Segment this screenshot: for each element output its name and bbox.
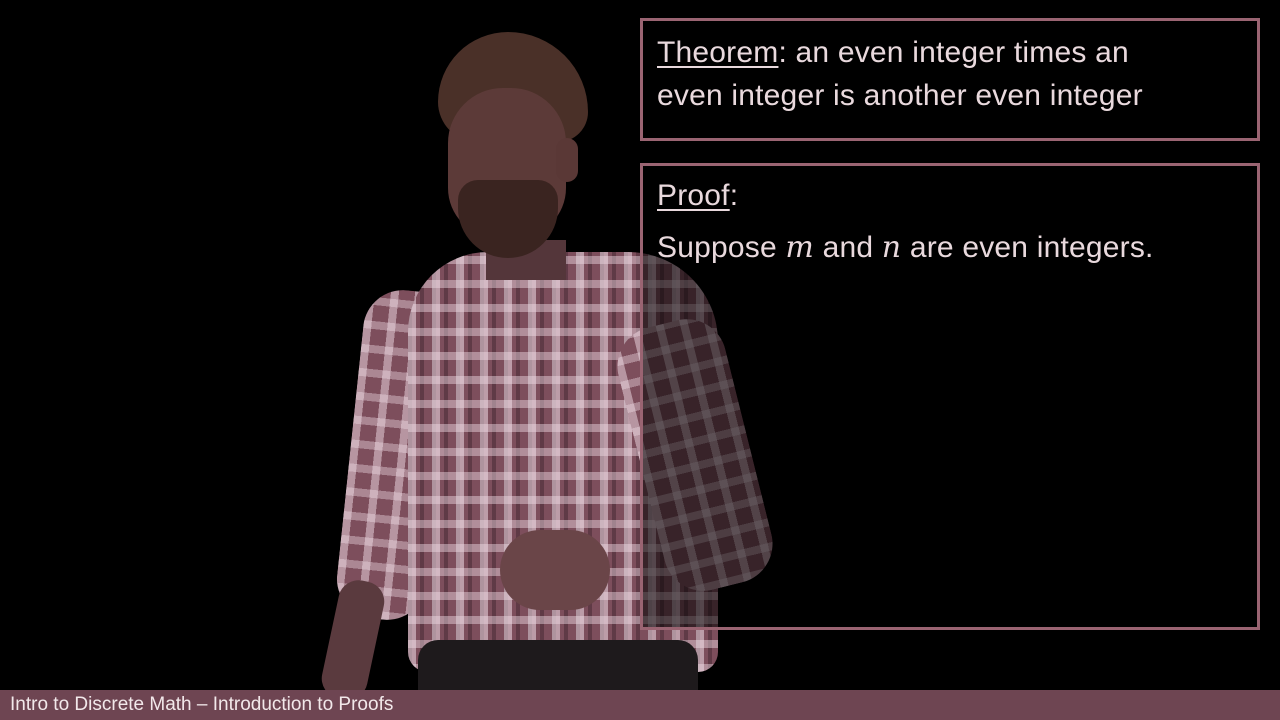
proof-text-rest: are even integers. [901,231,1154,264]
proof-text-suppose: Suppose [657,231,786,264]
course-caption: Intro to Discrete Math – Introduction to… [10,694,394,715]
proof-line-1: Suppose m and n are even integers. [657,230,1154,266]
theorem-line-2: even integer is another even integer [657,79,1143,112]
theorem-box: Theorem: an even integer times an even i… [640,18,1260,141]
proof-box: Proof: Suppose m and n are even integers… [640,163,1260,630]
video-frame: Theorem: an even integer times an even i… [0,0,1280,720]
proof-heading: Proof: [657,178,738,214]
theorem-line-1: Theorem: an even integer times an [657,35,1129,71]
presenter-ear [556,138,578,182]
theorem-text-1: : an even integer times an [778,36,1129,69]
variable-n: n [881,230,902,265]
theorem-label: Theorem [657,36,779,69]
proof-colon: : [729,179,739,212]
caption-bar: Intro to Discrete Math – Introduction to… [0,690,1280,720]
proof-label: Proof [657,179,730,212]
presenter-hands [500,530,610,610]
variable-m: m [785,230,815,265]
proof-text-and: and [814,231,882,264]
presenter-left-forearm [318,576,388,704]
